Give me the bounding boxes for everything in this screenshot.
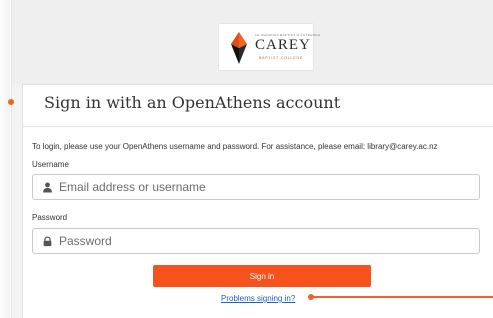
user-icon bbox=[43, 182, 52, 193]
password-field[interactable] bbox=[32, 228, 480, 254]
annotation-dot-left bbox=[8, 99, 14, 105]
username-field[interactable] bbox=[32, 174, 480, 200]
title-divider bbox=[23, 126, 493, 127]
password-label: Password bbox=[32, 213, 68, 222]
username-label: Username bbox=[32, 160, 69, 169]
username-input[interactable] bbox=[59, 175, 469, 199]
login-instructions: To login, please use your OpenAthens use… bbox=[32, 142, 438, 151]
logo-subtitle: BAPTIST COLLEGE bbox=[259, 56, 304, 60]
page: TE WANANGA BAPTIST O AOTEAROA CAREY BAPT… bbox=[0, 0, 493, 318]
header: TE WANANGA BAPTIST O AOTEAROA CAREY BAPT… bbox=[12, 0, 493, 84]
logo-name: CAREY bbox=[255, 37, 311, 53]
problems-signing-in-link[interactable]: Problems signing in? bbox=[221, 294, 295, 303]
password-input[interactable] bbox=[59, 229, 469, 253]
torch-logo-icon bbox=[231, 32, 247, 64]
annotation-callout-line bbox=[313, 296, 493, 298]
signin-button[interactable]: Sign in bbox=[153, 265, 371, 287]
carey-logo: TE WANANGA BAPTIST O AOTEAROA CAREY BAPT… bbox=[218, 23, 320, 71]
lock-icon bbox=[43, 236, 52, 247]
page-title: Sign in with an OpenAthens account bbox=[44, 93, 341, 112]
